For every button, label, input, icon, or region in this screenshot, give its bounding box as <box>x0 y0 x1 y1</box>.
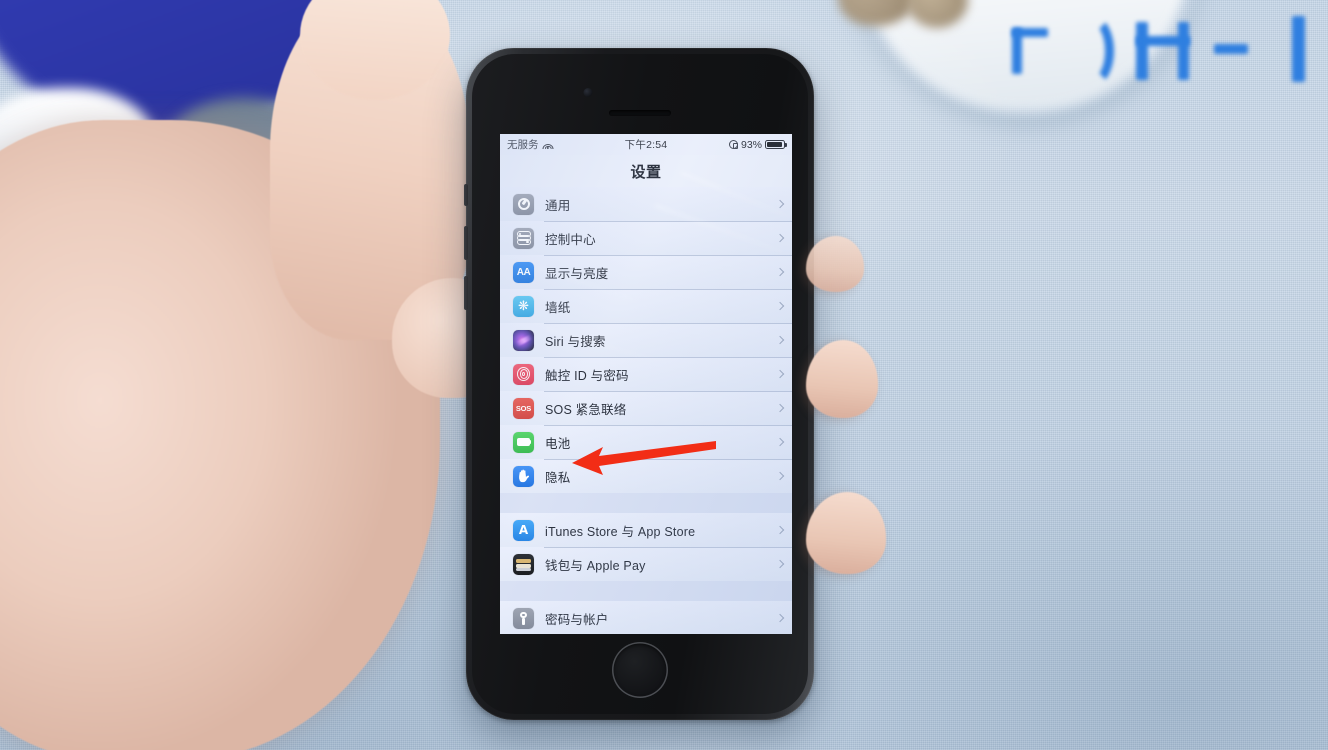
battery-icon <box>513 431 534 453</box>
battery-percent-label: 93% <box>740 138 762 151</box>
chevron-right-icon <box>775 437 785 447</box>
fingertip <box>806 492 886 574</box>
settings-row-label: SOS 紧急联络 <box>545 402 627 417</box>
chevron-right-icon <box>775 335 785 345</box>
page-title: 设置 <box>500 155 792 187</box>
chevron-right-icon <box>775 199 785 209</box>
settings-row-passwords-accounts-key[interactable]: 密码与帐户 <box>500 601 792 634</box>
status-bar: 无服务 下午2:54 93% <box>500 134 792 155</box>
mute-switch[interactable] <box>464 184 468 206</box>
chevron-right-icon <box>775 267 785 277</box>
iphone-device: 无服务 下午2:54 93% 设置 通用控制中心 AA 显示与亮度墙纸 Siri 与搜… <box>464 48 814 720</box>
group-separator <box>500 581 792 601</box>
earpiece-speaker <box>609 110 671 116</box>
settings-row-label: 触控 ID 与密码 <box>545 368 629 383</box>
sos-icon: SOS <box>513 397 534 419</box>
privacy-hand-icon <box>513 465 534 487</box>
home-button[interactable] <box>612 642 668 698</box>
chevron-right-icon <box>775 559 785 569</box>
chevron-right-icon <box>775 369 785 379</box>
group-separator <box>500 493 792 513</box>
settings-row-wallet[interactable]: 钱包与 Apple Pay <box>500 547 792 581</box>
settings-row-label: 通用 <box>545 198 571 213</box>
settings-list[interactable]: 通用控制中心 AA 显示与亮度墙纸 Siri 与搜索触控 ID 与密码 SOS SOS 紧… <box>500 187 792 634</box>
fingertip <box>806 340 878 418</box>
status-bar-right: 93% <box>728 138 787 151</box>
settings-row-label: Siri 与搜索 <box>545 334 606 349</box>
app-store-icon <box>513 519 534 541</box>
settings-row-label: iTunes Store 与 App Store <box>545 524 696 539</box>
chevron-right-icon <box>775 403 785 413</box>
chevron-right-icon <box>775 613 785 623</box>
settings-row-control-center[interactable]: 控制中心 <box>500 221 792 255</box>
front-camera <box>583 88 593 97</box>
settings-row-label: 显示与亮度 <box>545 266 609 281</box>
siri-icon <box>513 329 534 351</box>
chevron-right-icon <box>775 233 785 243</box>
settings-row-label: 控制中心 <box>545 232 596 247</box>
chevron-right-icon <box>775 471 785 481</box>
rotation-lock-icon <box>728 140 738 150</box>
gear-icon <box>513 193 534 215</box>
phone-screen[interactable]: 无服务 下午2:54 93% 设置 通用控制中心 AA 显示与亮度墙纸 Siri 与搜… <box>500 134 792 634</box>
settings-row-display-brightness[interactable]: AA 显示与亮度 <box>500 255 792 289</box>
control-center-icon <box>513 227 534 249</box>
settings-row-gear[interactable]: 通用 <box>500 187 792 221</box>
settings-row-wallpaper[interactable]: 墙纸 <box>500 289 792 323</box>
settings-group: iTunes Store 与 App Store 钱包与 Apple Pay <box>500 513 792 581</box>
settings-group: 密码与帐户 <box>500 601 792 634</box>
wallet-icon <box>513 553 534 575</box>
settings-row-app-store[interactable]: iTunes Store 与 App Store <box>500 513 792 547</box>
settings-row-label: 密码与帐户 <box>545 612 609 627</box>
volume-down-button[interactable] <box>464 276 468 310</box>
wallpaper-icon <box>513 295 534 317</box>
annotation-arrow <box>572 441 716 475</box>
chevron-right-icon <box>775 525 785 535</box>
settings-row-label: 钱包与 Apple Pay <box>545 558 646 573</box>
settings-row-touch-id[interactable]: 触控 ID 与密码 <box>500 357 792 391</box>
chevron-right-icon <box>775 301 785 311</box>
settings-row-sos[interactable]: SOS SOS 紧急联络 <box>500 391 792 425</box>
touch-id-icon <box>513 363 534 385</box>
battery-icon <box>765 139 787 150</box>
settings-row-label: 墙纸 <box>545 300 571 315</box>
settings-row-siri[interactable]: Siri 与搜索 <box>500 323 792 357</box>
fingertip <box>806 236 864 292</box>
display-brightness-icon: AA <box>513 261 534 283</box>
passwords-accounts-key-icon <box>513 607 534 629</box>
volume-up-button[interactable] <box>464 226 468 260</box>
